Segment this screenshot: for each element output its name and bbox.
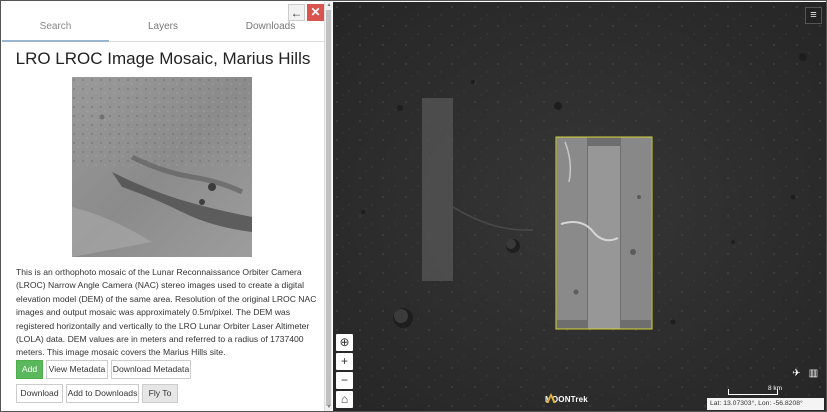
tab-search[interactable]: Search [2,2,109,42]
scroll-up-icon[interactable]: ▲ [325,2,333,9]
layer-title: LRO LROC Image Mosaic, Marius Hills [15,49,311,68]
download-button[interactable]: Download [16,384,63,403]
cursor-coordinates: Lat: 13.07303°, Lon: -56.8208° [707,398,824,410]
map-icon[interactable]: ▥ [806,366,821,381]
view-metadata-button[interactable]: View Metadata [46,360,108,379]
fly-to-button[interactable]: Fly To [142,384,178,403]
layer-description: This is an orthophoto mosaic of the Luna… [16,267,317,358]
zoom-in-button[interactable]: + [336,353,353,370]
panel-tabs: Search Layers Downloads [2,2,324,42]
panel-scrollbar[interactable]: ▲ ▼ [324,2,332,411]
zoom-out-button[interactable]: − [336,372,353,389]
scroll-down-icon[interactable]: ▼ [325,404,333,411]
app-window: Search Layers Downloads ← ✕ LRO LROC Ima… [0,0,827,412]
mosaic-footprint[interactable] [555,136,653,330]
tab-layers[interactable]: Layers [109,2,217,42]
thumbnail-image [72,77,252,257]
image-strip-faint [422,98,453,281]
layer-thumbnail [72,77,252,257]
close-icon[interactable]: ✕ [307,4,324,21]
moontrek-logo-icon [546,393,556,403]
plane-icon[interactable]: ✈ [789,366,804,381]
back-arrow-icon[interactable]: ← [288,4,305,21]
add-button[interactable]: Add [16,360,43,379]
lunar-surface [333,2,826,411]
layer-info-panel: Search Layers Downloads ← ✕ LRO LROC Ima… [2,2,324,411]
scrollbar-thumb[interactable] [326,10,331,406]
home-icon[interactable]: ⌂ [336,391,353,408]
map-menu-icon[interactable]: ≡ [805,7,822,24]
globe-icon[interactable]: ⊕ [336,334,353,351]
download-metadata-button[interactable]: Download Metadata [111,360,191,379]
scale-label: 8 km [768,385,783,392]
map-view[interactable]: ≡ ⊕ + − ⌂ MOONTrek ✈ ▥ 8 km Lat: 13.0730… [333,2,826,411]
moontrek-logo: MOONTrek [545,392,588,406]
add-to-downloads-button[interactable]: Add to Downloads [66,384,139,403]
